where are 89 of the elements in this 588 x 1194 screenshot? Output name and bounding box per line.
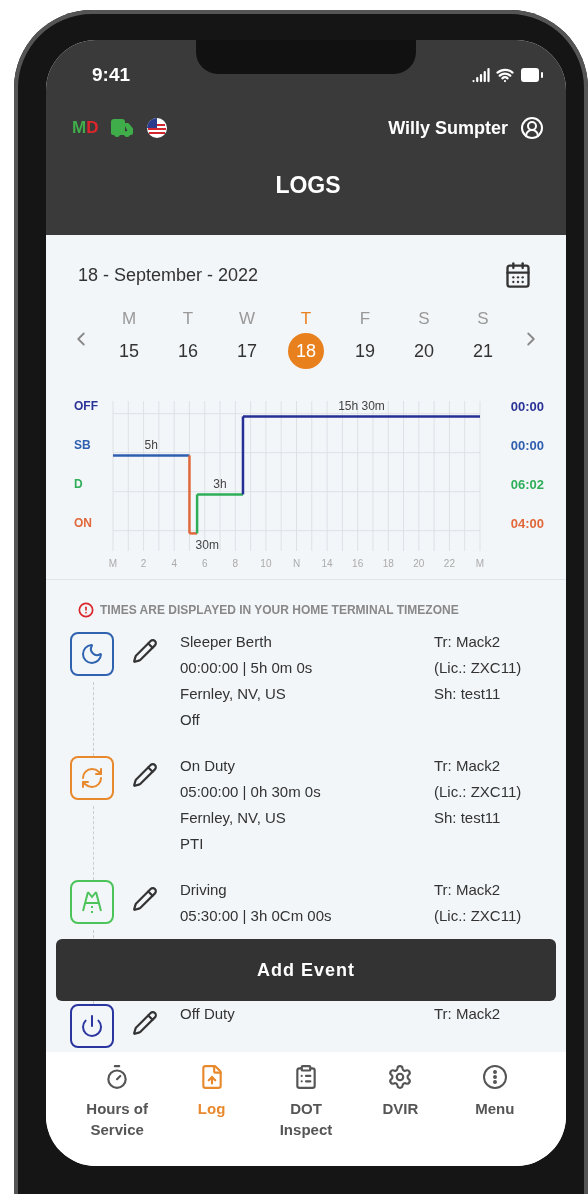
- road-icon: [79, 889, 105, 915]
- weekday-letter: W: [238, 309, 255, 329]
- duration-label: 30m: [195, 538, 219, 553]
- hour-label: N: [292, 558, 301, 569]
- weekday-letter: T: [300, 309, 312, 329]
- day-number[interactable]: 16: [170, 333, 206, 369]
- driver-name: Willy Sumpter: [388, 117, 508, 139]
- event-detail: Fernley, NV, US: [180, 684, 287, 704]
- power-icon: [80, 1014, 104, 1038]
- vehicle-detail: (Lic.: ZXC11): [434, 906, 523, 926]
- event-detail: PTI: [180, 834, 205, 854]
- flag-icon: [146, 117, 169, 139]
- vehicle-detail: Tr: Mack2: [434, 1004, 502, 1024]
- moon-icon: [80, 642, 104, 666]
- hour-label: 4: [171, 558, 177, 569]
- weekday-letter: S: [477, 309, 489, 329]
- event-title: Sleeper Berth: [180, 632, 273, 652]
- event-title: Off Duty: [180, 1004, 236, 1024]
- day-number[interactable]: 19: [347, 333, 383, 369]
- status-total: 00:00: [510, 437, 544, 453]
- vehicle-detail: (Lic.: ZXC11): [434, 658, 523, 678]
- weekday-letter: M: [121, 309, 137, 329]
- hour-label: 16: [352, 558, 364, 569]
- status-change-line: [195, 494, 199, 534]
- truck-icon: [110, 116, 135, 140]
- nav-tab[interactable]: DOT Inspect: [264, 1064, 347, 1166]
- event-detail: Fernley, NV, US: [180, 808, 287, 828]
- day-number[interactable]: 21: [465, 333, 501, 369]
- timezone-notice: TIMES ARE DISPLAYED IN YOUR HOME TERMINAL TIMEZONE: [100, 603, 459, 617]
- edit-icon[interactable]: [132, 762, 158, 788]
- weekday-letter: F: [359, 309, 371, 329]
- clock-time: 9:41: [92, 64, 131, 86]
- vehicle-detail: Sh: test11: [434, 684, 502, 704]
- event-title: On Duty: [180, 756, 237, 776]
- hour-label: 20: [413, 558, 425, 569]
- day-number[interactable]: 15: [111, 333, 147, 369]
- nav-tab[interactable]: DVIR: [359, 1064, 442, 1166]
- edit-icon[interactable]: [132, 886, 158, 912]
- duration-label: 15h 30m: [338, 399, 385, 414]
- settings-icon: [387, 1064, 414, 1090]
- status-label: SB: [74, 437, 91, 452]
- status-label: OFF: [74, 398, 98, 413]
- event-detail: 05:00:00 | 0h 30m 0s: [180, 782, 322, 802]
- hour-label: M: [475, 558, 485, 569]
- duration-label: 3h: [213, 477, 227, 492]
- status-label: ON: [74, 515, 92, 530]
- edit-icon[interactable]: [132, 638, 158, 664]
- event-title: Driving: [180, 880, 228, 900]
- hour-label: 6: [201, 558, 208, 569]
- screen-title: LOGS: [275, 172, 341, 199]
- hour-label: 18: [382, 558, 394, 569]
- edit-icon[interactable]: [132, 1010, 158, 1036]
- vehicle-detail: Tr: Mack2: [434, 756, 502, 776]
- alert-icon: [78, 602, 94, 618]
- day-number[interactable]: 20: [406, 333, 442, 369]
- vehicle-detail: (Lic.: ZXC11): [434, 782, 523, 802]
- status-label: D: [74, 476, 83, 491]
- nav-tab[interactable]: Hours of Service: [76, 1064, 159, 1166]
- add-event-button[interactable]: Add Event: [56, 939, 556, 1001]
- menu-icon: [481, 1064, 508, 1090]
- weekday-letter: S: [418, 309, 430, 329]
- status-total: 04:00: [510, 515, 544, 531]
- weekday-letter: T: [182, 309, 194, 329]
- status-line: [189, 532, 198, 535]
- nav-tab[interactable]: Menu: [453, 1064, 536, 1166]
- status-total: 00:00: [510, 398, 544, 414]
- wifi-icon: [496, 66, 514, 84]
- day-number[interactable]: 17: [229, 333, 265, 369]
- hour-label: 10: [260, 558, 272, 569]
- duration-label: 5h: [144, 438, 158, 453]
- event-detail: 00:00:00 | 5h 0m 0s: [180, 658, 314, 678]
- calendar-icon[interactable]: [504, 261, 532, 289]
- hour-label: M: [108, 558, 118, 569]
- status-line: [197, 493, 243, 496]
- arrows-icon: [80, 766, 104, 790]
- vehicle-detail: Sh: test11: [434, 808, 502, 828]
- status-total: 06:02: [510, 476, 544, 492]
- signal-icon: [472, 66, 490, 84]
- vehicle-detail: Tr: Mack2: [434, 632, 502, 652]
- driver-icon[interactable]: [520, 116, 544, 140]
- hour-label: 14: [321, 558, 333, 569]
- hour-label: 22: [443, 558, 455, 569]
- connection-status: MD: [72, 118, 99, 138]
- hour-label: 8: [232, 558, 239, 569]
- vehicle-detail: Tr: Mack2: [434, 880, 502, 900]
- event-detail: 05:30:00 | 3h 0Cm 00s: [180, 906, 333, 926]
- hour-label: 2: [140, 558, 147, 569]
- date-label: 18 - September - 2022: [78, 264, 259, 286]
- event-detail: Off: [180, 710, 201, 730]
